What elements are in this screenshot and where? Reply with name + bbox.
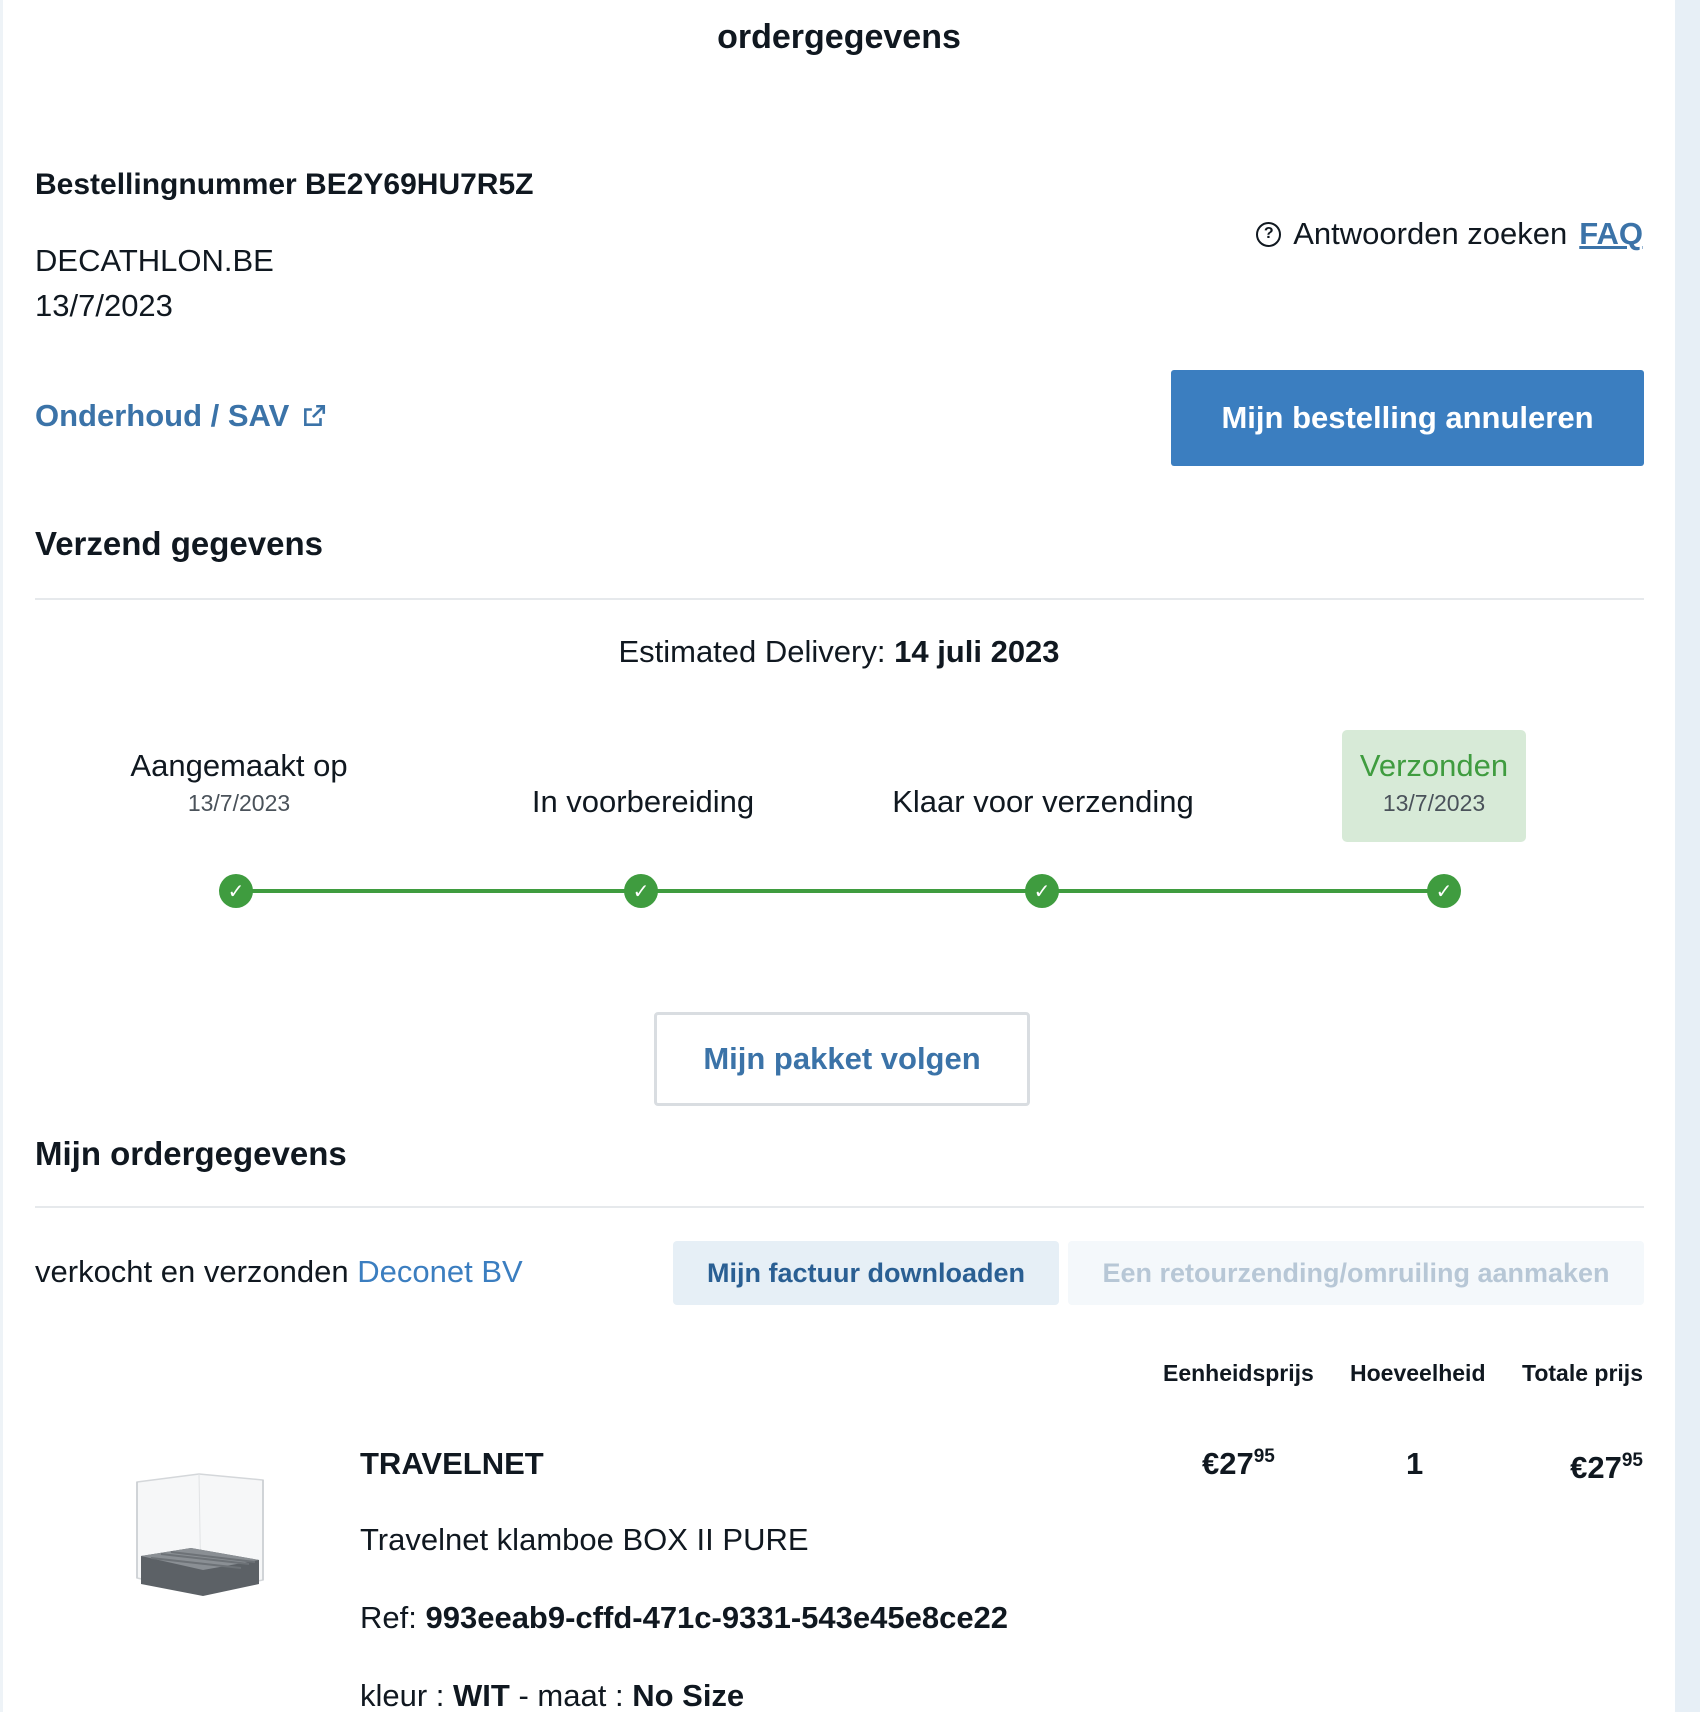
order-details-heading: Mijn ordergegevens xyxy=(35,1135,347,1172)
product-reference: Ref: 993eeab9-cffd-471c-9331-543e45e8ce2… xyxy=(360,1600,1008,1636)
estimated-delivery: Estimated Delivery: 14 juli 2023 xyxy=(3,634,1675,670)
step-ready: Klaar voor verzending xyxy=(873,784,1213,820)
seller-link[interactable]: Deconet BV xyxy=(357,1254,522,1289)
order-date: 13/7/2023 xyxy=(35,288,173,323)
step-label: In voorbereiding xyxy=(531,784,755,819)
shipping-heading: Verzend gegevens xyxy=(35,525,323,562)
step-date: 13/7/2023 xyxy=(1382,790,1486,816)
divider xyxy=(35,1206,1644,1208)
step-label: Aangemaakt op xyxy=(130,748,348,783)
size-label: - maat : xyxy=(518,1678,624,1712)
divider xyxy=(35,598,1644,600)
faq-row: ? Antwoorden zoeken FAQ xyxy=(1256,216,1643,252)
step-preparing: In voorbereiding xyxy=(503,784,783,820)
external-link-icon xyxy=(304,404,326,426)
faq-link[interactable]: FAQ xyxy=(1579,216,1643,252)
product-name[interactable]: TRAVELNET xyxy=(360,1446,544,1482)
step-date: 13/7/2023 xyxy=(187,790,291,816)
estimated-delivery-date: 14 juli 2023 xyxy=(894,634,1060,669)
order-details-page: ordergegevens Bestellingnummer BE2Y69HU7… xyxy=(3,0,1675,1712)
column-header-total-price: Totale prijs xyxy=(1522,1360,1643,1386)
ref-value: 993eeab9-cffd-471c-9331-543e45e8ce22 xyxy=(425,1600,1009,1635)
cancel-order-button[interactable]: Mijn bestelling annuleren xyxy=(1171,370,1644,466)
color-label: kleur : xyxy=(360,1678,445,1712)
total-price-cents: 95 xyxy=(1621,1450,1643,1471)
total-price: €2795 xyxy=(1570,1450,1643,1486)
estimated-delivery-label: Estimated Delivery: xyxy=(618,634,886,669)
sav-link-label: Onderhoud / SAV xyxy=(35,398,290,433)
order-number: Bestellingnummer BE2Y69HU7R5Z xyxy=(35,168,534,201)
unit-price: €2795 xyxy=(1202,1446,1275,1482)
item-quantity: 1 xyxy=(1406,1446,1424,1481)
seller-prefix: verkocht en verzonden xyxy=(35,1254,349,1289)
column-header-unit-price: Eenheidsprijs xyxy=(1163,1360,1314,1386)
step-shipped: Verzonden 13/7/2023 xyxy=(1342,730,1526,842)
seller-info: verkocht en verzonden Deconet BV xyxy=(35,1254,523,1290)
unit-price-cents: 95 xyxy=(1253,1446,1275,1467)
step-label: Verzonden xyxy=(1359,748,1509,783)
create-return-button[interactable]: Een retourzending/omruiling aanmaken xyxy=(1068,1241,1644,1305)
unit-price-main: €27 xyxy=(1202,1446,1254,1481)
product-description: Travelnet klamboe BOX II PURE xyxy=(360,1522,809,1557)
store-name: DECATHLON.BE xyxy=(35,243,274,278)
check-icon: ✓ xyxy=(624,874,658,908)
download-invoice-button[interactable]: Mijn factuur downloaden xyxy=(673,1241,1059,1305)
step-created: Aangemaakt op 13/7/2023 xyxy=(113,748,365,817)
size-value: No Size xyxy=(632,1678,745,1712)
sav-link[interactable]: Onderhoud / SAV xyxy=(35,398,327,434)
color-value: WIT xyxy=(453,1678,510,1712)
timeline-progress-line xyxy=(236,889,1443,893)
column-header-quantity: Hoeveelheid xyxy=(1350,1360,1486,1386)
track-package-button[interactable]: Mijn pakket volgen xyxy=(654,1012,1030,1106)
product-image[interactable] xyxy=(131,1460,269,1604)
faq-text: Antwoorden zoeken xyxy=(1293,216,1568,251)
product-attributes: kleur : WIT - maat : No Size xyxy=(360,1678,744,1712)
total-price-main: €27 xyxy=(1570,1450,1622,1485)
check-icon: ✓ xyxy=(219,874,253,908)
check-icon: ✓ xyxy=(1427,874,1461,908)
question-circle-icon: ? xyxy=(1256,221,1282,247)
scrollbar-track[interactable] xyxy=(1675,0,1700,1712)
check-icon: ✓ xyxy=(1025,874,1059,908)
page-title: ordergegevens xyxy=(717,18,961,56)
ref-label: Ref: xyxy=(360,1600,417,1635)
step-label: Klaar voor verzending xyxy=(892,784,1194,819)
